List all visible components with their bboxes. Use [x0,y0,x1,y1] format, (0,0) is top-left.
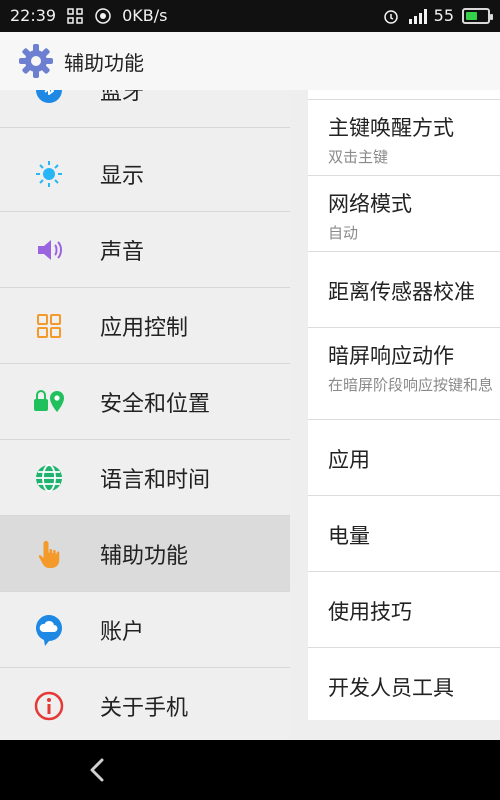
list-item-subtitle: 自动 [328,224,359,242]
network-speed: 0KB/s [122,6,168,25]
list-item-proximity-calibration[interactable]: 距离传感器校准 [308,252,500,328]
sidebar-item-app-control[interactable]: 应用控制 [0,288,290,364]
sidebar-item-label: 语言和时间 [100,467,211,493]
status-bar: 22:39 0KB/s 55 [0,0,500,32]
status-time: 22:39 [10,6,57,25]
list-item-home-key-wake[interactable]: 主键唤醒方式 双击主键 [308,100,500,176]
list-item-title: 主键唤醒方式 [328,116,454,140]
navigation-bar [0,740,500,800]
screenshot-grid-icon [66,7,84,25]
page-title: 辅助功能 [64,50,144,75]
list-item-title: 电量 [328,524,370,548]
sidebar-item-bluetooth[interactable]: 蓝牙 [0,90,290,128]
sidebar-item-language-time[interactable]: 语言和时间 [0,440,290,516]
apps-grid-icon [32,309,66,343]
battery-icon [462,7,493,24]
bluetooth-icon [32,90,66,107]
sidebar-item-label: 安全和位置 [100,391,211,417]
sidebar-item-label: 蓝牙 [100,90,145,105]
info-icon [32,689,66,723]
data-usage-icon [94,7,112,25]
sidebar-item-account[interactable]: 账户 [0,592,290,668]
list-item-tips[interactable]: 使用技巧 [308,572,500,648]
list-item-title: 开发人员工具 [328,676,454,700]
sidebar-item-label: 辅助功能 [100,543,189,569]
list-item-title: 暗屏响应动作 [328,344,454,368]
sidebar-item-label: 声音 [100,239,145,265]
sidebar-item-accessibility[interactable]: 辅助功能 [0,516,290,592]
list-item-power[interactable]: 电量 [308,496,500,572]
cloud-account-icon [32,613,66,647]
speaker-icon [32,233,66,267]
battery-percent: 55 [433,6,454,25]
back-icon[interactable] [84,752,112,788]
sidebar-item-label: 账户 [100,619,145,645]
list-item-title: 网络模式 [328,192,412,216]
lock-location-icon [32,385,66,419]
list-item-title: 距离传感器校准 [328,280,475,304]
list-item-apps[interactable]: 应用 [308,420,500,496]
settings-list-card: 主键唤醒方式 双击主键 网络模式 自动 距离传感器校准 暗屏响应动作 在暗屏阶段… [308,90,500,720]
status-right: 55 [382,6,493,25]
gear-icon [16,41,56,81]
list-item-title: 使用技巧 [328,600,412,624]
detail-pane: 主键唤醒方式 双击主键 网络模式 自动 距离传感器校准 暗屏响应动作 在暗屏阶段… [290,90,500,740]
list-item-developer-tools[interactable]: 开发人员工具 [308,648,500,720]
list-item-network-mode[interactable]: 网络模式 自动 [308,176,500,252]
sidebar-item-security-location[interactable]: 安全和位置 [0,364,290,440]
list-item-subtitle: 双击主键 [328,148,389,166]
brightness-icon [32,157,66,191]
signal-icon [408,7,427,25]
sidebar-item-label: 关于手机 [100,695,189,721]
sidebar-item-sound[interactable]: 声音 [0,212,290,288]
sidebar-item-display[interactable]: 显示 [0,136,290,212]
list-item-subtitle: 在暗屏阶段响应按键和息 [328,376,494,394]
list-item-partial [308,82,500,100]
sidebar-item-label: 应用控制 [100,315,189,341]
sidebar-item-about-phone[interactable]: 关于手机 [0,668,290,740]
status-left: 22:39 0KB/s [10,6,167,25]
sidebar-item-label: 显示 [100,163,145,189]
alarm-icon [382,7,400,25]
settings-sidebar: 蓝牙 显示 声音 应用控制 安全和位置 语言和时间 辅助功能 账户 关于手机 [0,90,290,740]
list-item-title: 应用 [328,448,370,472]
globe-icon [32,461,66,495]
list-item-dark-screen-action[interactable]: 暗屏响应动作 在暗屏阶段响应按键和息 [308,328,500,420]
hand-pointer-icon [32,537,66,571]
